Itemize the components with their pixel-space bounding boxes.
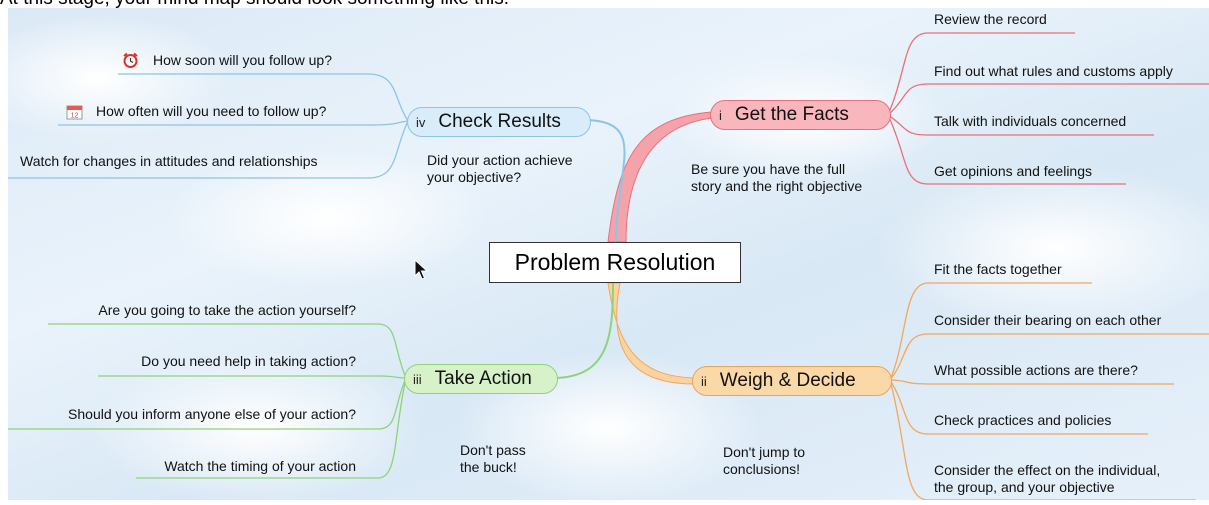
- node-weigh-and-decide[interactable]: ii Weigh & Decide: [692, 366, 892, 396]
- node-number: iv: [416, 114, 426, 130]
- calendar-icon-text: 12: [71, 113, 79, 120]
- weigh-item[interactable]: Consider the effect on the individual, t…: [934, 462, 1160, 496]
- mouse-pointer-icon: [414, 259, 428, 280]
- weigh-item[interactable]: Consider their bearing on each other: [934, 312, 1161, 329]
- note-line: conclusions!: [723, 461, 801, 477]
- weigh-item[interactable]: Check practices and policies: [934, 412, 1111, 429]
- node-number: ii: [701, 373, 707, 389]
- action-note[interactable]: Don't pass the buck!: [460, 442, 526, 476]
- calendar-icon: 12: [66, 105, 83, 120]
- note-line: Be sure you have the full: [691, 161, 846, 177]
- note-line: story and the right objective: [691, 178, 863, 194]
- facts-item[interactable]: Talk with individuals concerned: [934, 113, 1126, 130]
- note-line: your objective?: [427, 169, 522, 185]
- facts-note[interactable]: Be sure you have the full story and the …: [691, 161, 862, 195]
- node-take-action[interactable]: iii Take Action: [404, 364, 558, 394]
- alarm-clock-icon: [123, 52, 138, 68]
- facts-item[interactable]: Find out what rules and customs apply: [934, 63, 1173, 80]
- connector-central-weigh: [607, 282, 695, 385]
- central-topic[interactable]: Problem Resolution: [489, 242, 741, 283]
- check-note[interactable]: Did your action achieve your objective?: [427, 152, 573, 186]
- connector-facts-item-2: [887, 83, 1209, 116]
- node-number: i: [719, 107, 722, 123]
- connector-action-item-2: [98, 375, 407, 379]
- note-line: Did your action achieve: [427, 152, 573, 168]
- node-label: Take Action: [434, 368, 532, 389]
- weigh-item[interactable]: What possible actions are there?: [934, 362, 1138, 379]
- check-item[interactable]: How soon will you follow up?: [153, 52, 332, 69]
- connector-central-action: [555, 282, 614, 379]
- node-label: Get the Facts: [734, 104, 849, 125]
- item-line: Consider the effect on the individual,: [934, 462, 1161, 478]
- item-line: the group, and your objective: [934, 479, 1115, 495]
- node-get-the-facts[interactable]: i Get the Facts: [710, 100, 891, 130]
- node-label: Check Results: [438, 111, 561, 132]
- note-line: Don't pass: [460, 442, 526, 458]
- node-label: Weigh & Decide: [719, 370, 856, 391]
- action-item[interactable]: Watch the timing of your action: [164, 458, 356, 475]
- note-line: the buck!: [460, 459, 517, 475]
- connector-check-item-2: [58, 120, 409, 126]
- mind-map-canvas[interactable]: Problem Resolution i Get the Facts ii We…: [8, 8, 1209, 500]
- check-item[interactable]: How often will you need to follow up?: [96, 103, 326, 120]
- action-item[interactable]: Should you inform anyone else of your ac…: [68, 406, 356, 423]
- action-item[interactable]: Are you going to take the action yoursel…: [98, 302, 356, 319]
- connector-weigh-item-3: [889, 379, 1174, 385]
- node-check-results[interactable]: iv Check Results: [407, 107, 591, 137]
- weigh-item[interactable]: Fit the facts together: [934, 261, 1062, 278]
- note-line: Don't jump to: [723, 444, 806, 460]
- check-item[interactable]: Watch for changes in attitudes and relat…: [20, 153, 318, 170]
- facts-item[interactable]: Get opinions and feelings: [934, 163, 1092, 180]
- weigh-note[interactable]: Don't jump to conclusions!: [723, 444, 805, 478]
- node-number: iii: [413, 371, 422, 387]
- action-item[interactable]: Do you need help in taking action?: [141, 353, 356, 370]
- facts-item[interactable]: Review the record: [934, 11, 1047, 28]
